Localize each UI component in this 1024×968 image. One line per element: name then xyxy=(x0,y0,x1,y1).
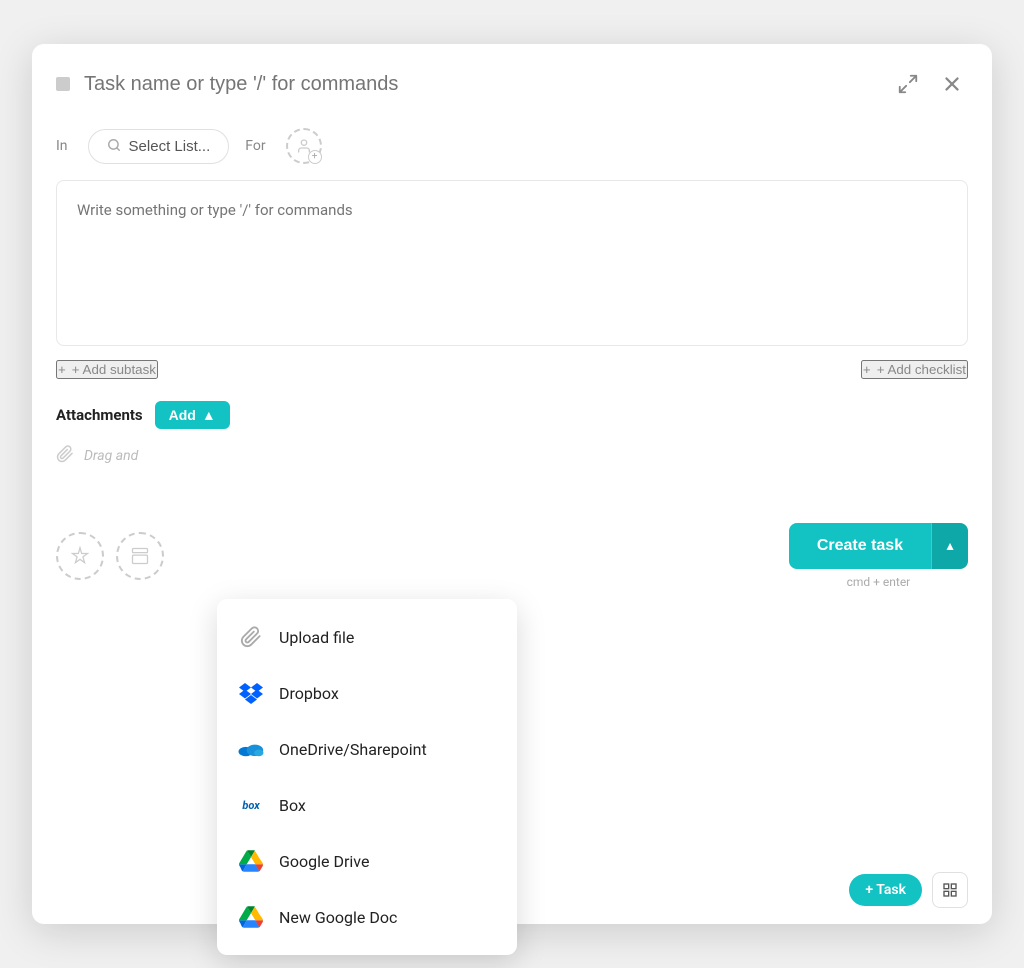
close-icon[interactable] xyxy=(936,68,968,100)
header-icons xyxy=(892,68,968,100)
dropdown-arrow-icon: ▲ xyxy=(202,407,216,423)
dropbox-icon xyxy=(237,679,265,707)
dropdown-item-new-google-doc[interactable]: New Google Doc xyxy=(217,889,517,945)
modal-header xyxy=(32,44,992,116)
box-label: Box xyxy=(279,796,306,815)
description-area xyxy=(56,180,968,346)
bottom-toolbar: Create task ▲ cmd + enter xyxy=(32,507,992,605)
search-icon xyxy=(107,138,121,155)
dropdown-item-google-drive[interactable]: Google Drive xyxy=(217,833,517,889)
add-task-pill[interactable]: + Task xyxy=(849,874,922,906)
add-label: Add xyxy=(169,407,196,423)
drag-drop-text: Drag and xyxy=(84,448,138,464)
attachments-section: Attachments Add ▲ Drag and xyxy=(32,393,992,487)
add-checklist-label: + Add checklist xyxy=(877,362,966,377)
dropdown-item-dropbox[interactable]: Dropbox xyxy=(217,665,517,721)
onedrive-label: OneDrive/Sharepoint xyxy=(279,740,427,759)
add-assignee-icon: + xyxy=(308,150,322,164)
new-google-doc-label: New Google Doc xyxy=(279,908,397,927)
upload-file-icon xyxy=(237,623,265,651)
add-subtask-label: + Add subtask xyxy=(72,362,156,377)
add-subtask-button[interactable]: + + Add subtask xyxy=(56,360,158,379)
attachments-header: Attachments Add ▲ xyxy=(56,401,968,429)
onedrive-icon xyxy=(237,735,265,763)
attachment-dropdown-menu: Upload file Dropbox OneDrive/Sharepoint xyxy=(217,599,517,955)
expand-icon[interactable] xyxy=(892,68,924,100)
paperclip-icon xyxy=(56,445,74,467)
assignee-avatar[interactable]: + xyxy=(286,128,322,164)
create-task-modal: In Select List... For + + + Add subtask xyxy=(32,44,992,924)
add-checklist-button[interactable]: + + Add checklist xyxy=(861,360,968,379)
dropdown-item-upload[interactable]: Upload file xyxy=(217,609,517,665)
drag-drop-area: Drag and xyxy=(56,441,968,471)
google-drive-label: Google Drive xyxy=(279,852,369,871)
create-task-wrapper: Create task ▲ cmd + enter xyxy=(789,523,968,589)
subtask-checklist-row: + + Add subtask + + Add checklist xyxy=(32,346,992,393)
dropdown-item-box[interactable]: box Box xyxy=(217,777,517,833)
upload-file-label: Upload file xyxy=(279,628,354,647)
create-task-group: Create task ▲ xyxy=(789,523,968,569)
sparkle-button[interactable] xyxy=(56,532,104,580)
task-status-checkbox[interactable] xyxy=(56,77,70,91)
box-icon: box xyxy=(237,791,265,819)
dropdown-item-onedrive[interactable]: OneDrive/Sharepoint xyxy=(217,721,517,777)
description-input[interactable] xyxy=(77,201,947,321)
new-google-doc-icon xyxy=(237,903,265,931)
select-list-button[interactable]: Select List... xyxy=(88,129,230,164)
task-meta-row: In Select List... For + xyxy=(32,116,992,180)
create-task-button[interactable]: Create task xyxy=(789,523,931,569)
plus-icon: + xyxy=(58,362,66,377)
bottom-bar: + Task xyxy=(849,872,968,908)
add-task-label: + Task xyxy=(865,882,906,898)
add-attachment-button[interactable]: Add ▲ xyxy=(155,401,230,429)
template-button[interactable] xyxy=(116,532,164,580)
plus-icon-2: + xyxy=(863,362,871,377)
create-task-shortcut: cmd + enter xyxy=(789,575,968,589)
google-drive-icon xyxy=(237,847,265,875)
create-task-dropdown-button[interactable]: ▲ xyxy=(931,523,968,569)
for-label: For xyxy=(245,138,265,154)
attachments-label: Attachments xyxy=(56,406,143,424)
select-list-label: Select List... xyxy=(129,138,211,155)
in-label: In xyxy=(56,138,68,154)
dropbox-label: Dropbox xyxy=(279,684,339,703)
task-name-input[interactable] xyxy=(84,73,880,96)
grid-view-button[interactable] xyxy=(932,872,968,908)
